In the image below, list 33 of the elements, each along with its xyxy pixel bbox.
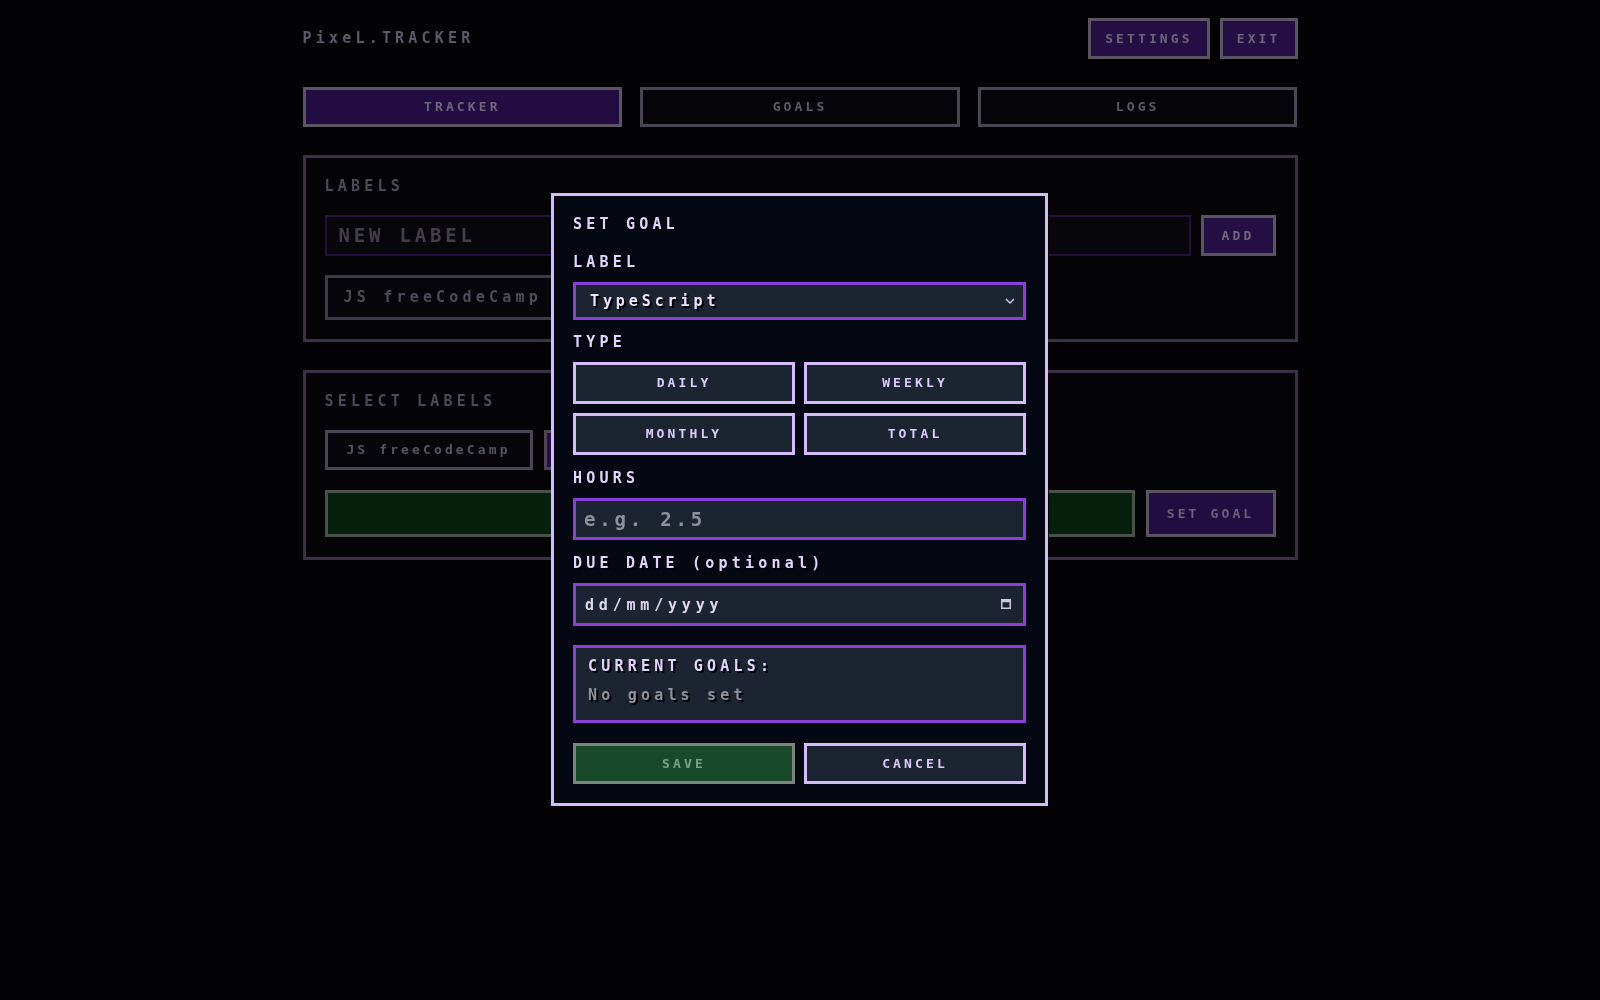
wide-button[interactable] (324, 490, 552, 537)
calendar-icon[interactable] (1001, 598, 1011, 609)
field-label: DUE DATE (optional) (573, 553, 826, 573)
type-option[interactable]: TOTAL (804, 413, 1026, 455)
date-field[interactable]: dd/mm/yyyy (573, 583, 1026, 626)
set-goal-button[interactable]: SET GOAL (1145, 490, 1276, 537)
app-title: PixeL.TRACKER (302, 28, 475, 50)
cancel-button[interactable]: CANCEL (804, 743, 1026, 784)
label-chip[interactable]: JS freeCodeCamp (324, 430, 533, 470)
hours-field[interactable]: e.g. 2.5 (573, 498, 1026, 540)
tab[interactable]: TRACKER (302, 87, 623, 127)
panel-heading: SELECT LABELS (324, 391, 497, 412)
new-label-field[interactable] (1048, 215, 1191, 256)
field-label: LABEL (573, 252, 641, 272)
wide-button[interactable] (1048, 490, 1135, 537)
panel-heading: LABELS (324, 176, 404, 197)
tab[interactable]: LOGS (977, 87, 1298, 127)
type-option[interactable]: WEEKLY (804, 362, 1026, 404)
dialog-title: SET GOAL (573, 214, 680, 234)
label-chip[interactable]: JS freeCodeCamp (324, 275, 552, 320)
field-label: TYPE (573, 332, 627, 352)
tab[interactable]: GOALS (640, 87, 960, 127)
chevron-down-icon (1005, 298, 1015, 304)
label-dropdown[interactable]: TypeScript (573, 282, 1026, 320)
field-label: HOURS (573, 468, 641, 488)
empty-goals-text: No goals set (588, 685, 747, 705)
exit-button[interactable]: EXIT (1219, 18, 1298, 59)
type-option[interactable]: MONTHLY (573, 413, 795, 455)
new-label-field[interactable]: NEW LABEL (324, 215, 552, 256)
current-goals-heading: CURRENT GOALS: (588, 656, 774, 676)
type-option[interactable]: DAILY (573, 362, 795, 404)
settings-button[interactable]: SETTINGS (1088, 18, 1210, 59)
add-button[interactable]: ADD (1200, 215, 1276, 256)
